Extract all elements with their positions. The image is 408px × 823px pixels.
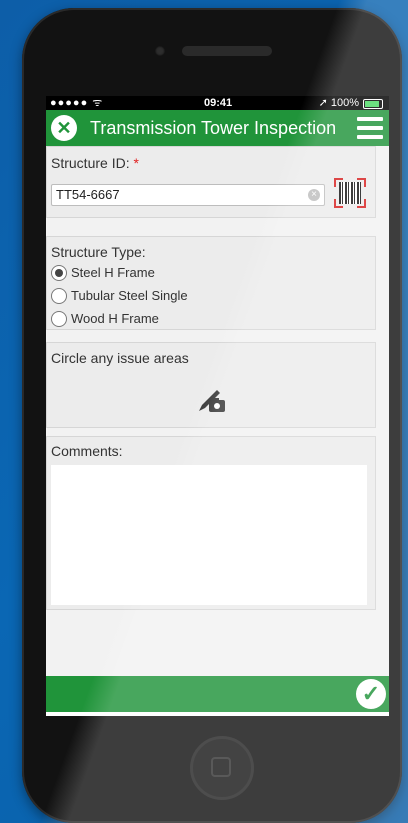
- close-button[interactable]: ✕: [51, 115, 77, 141]
- structure-type-label: Structure Type:: [51, 244, 146, 260]
- battery-text: ➚ 100%: [318, 97, 359, 109]
- page-title: Transmission Tower Inspection: [90, 118, 337, 138]
- sketch-section: Circle any issue areas: [46, 342, 376, 428]
- navigation-bar: ✕ Transmission Tower Inspection: [46, 110, 389, 146]
- bottom-bar: ✓: [46, 676, 389, 712]
- radio-button: [51, 265, 67, 281]
- comments-section: Comments:: [46, 436, 376, 610]
- barcode-scan-button[interactable]: [334, 178, 366, 208]
- sketch-label: Circle any issue areas: [51, 350, 189, 366]
- status-bar: ●●●●● ᯤ 09:41 ➚ 100%: [46, 96, 389, 110]
- checkmark-icon: ✓: [361, 681, 381, 706]
- home-button[interactable]: [190, 736, 254, 800]
- speaker-grille: [182, 46, 272, 56]
- structure-type-section: Structure Type: Steel H Frame Tubular St…: [46, 236, 376, 330]
- comments-textarea[interactable]: [51, 465, 367, 605]
- radio-button: [51, 311, 67, 327]
- structure-id-label: Structure ID: *: [51, 155, 139, 171]
- pencil-camera-icon[interactable]: [197, 385, 227, 415]
- structure-id-input[interactable]: TT54-6667 ×: [51, 184, 325, 206]
- required-marker: *: [133, 155, 139, 171]
- clear-input-icon[interactable]: ×: [308, 189, 320, 201]
- close-icon: ✕: [56, 118, 72, 138]
- app-screen: ●●●●● ᯤ 09:41 ➚ 100% ✕ Transmission Towe…: [46, 96, 389, 716]
- form-content: Structure ID: * TT54-6667 × Structure Ty…: [46, 146, 389, 676]
- battery-icon: [363, 99, 383, 109]
- front-camera: [155, 46, 165, 56]
- hamburger-menu-icon[interactable]: [357, 117, 383, 139]
- signal-indicator: ●●●●● ᯤ: [50, 97, 104, 109]
- status-time: 09:41: [204, 97, 233, 109]
- comments-label: Comments:: [51, 443, 123, 459]
- submit-button[interactable]: ✓: [356, 679, 386, 709]
- barcode-icon: [339, 182, 361, 204]
- radio-button: [51, 288, 67, 304]
- structure-id-section: Structure ID: * TT54-6667 ×: [46, 146, 376, 218]
